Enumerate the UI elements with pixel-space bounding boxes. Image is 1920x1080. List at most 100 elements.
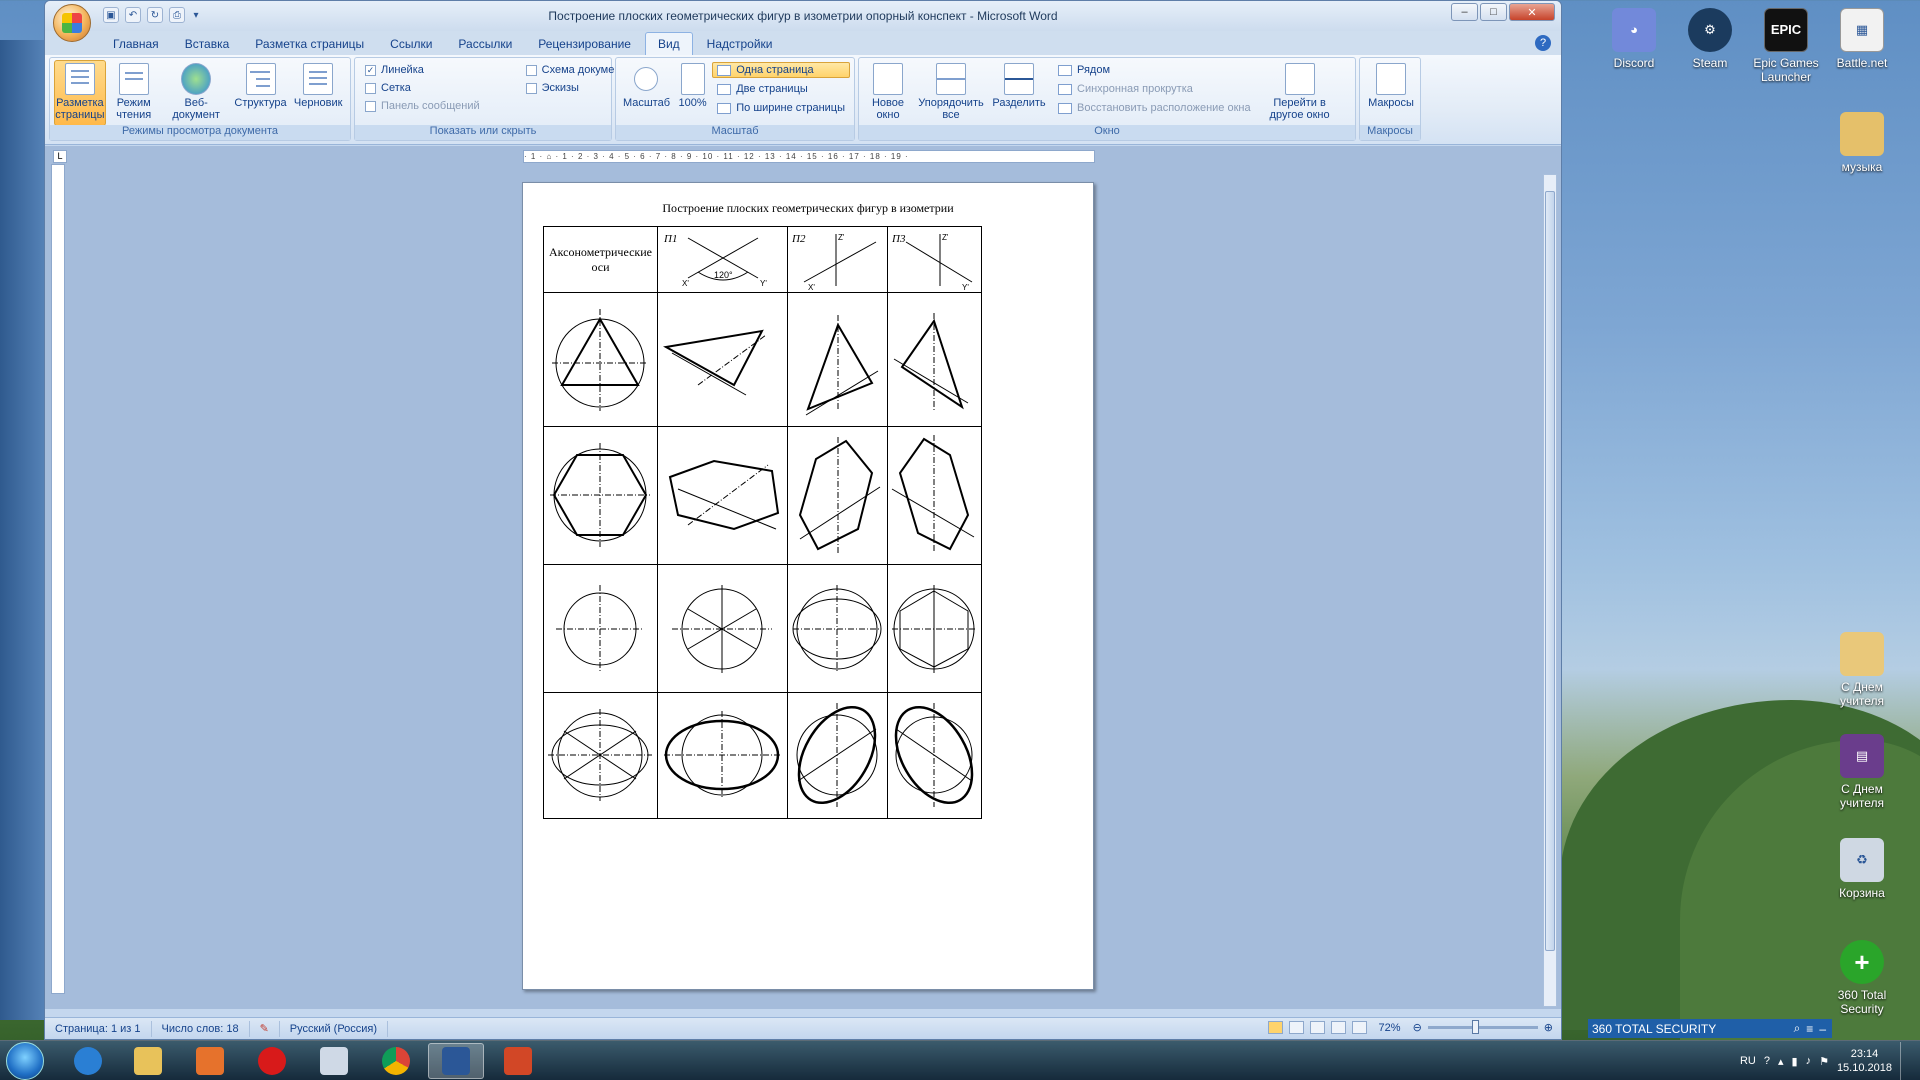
tab-mailings[interactable]: Рассылки bbox=[446, 33, 524, 55]
split-button[interactable]: Разделить bbox=[989, 60, 1049, 122]
macros-button[interactable]: Макросы bbox=[1364, 60, 1418, 110]
zoom-button[interactable]: Масштаб bbox=[620, 60, 673, 116]
group-show-hide: ✓ Линейка Сетка Панель сообщений Схема до… bbox=[354, 57, 631, 141]
draft-button[interactable]: Черновик bbox=[290, 60, 346, 126]
vertical-ruler[interactable] bbox=[51, 164, 65, 994]
circle-divided-cell bbox=[657, 564, 788, 693]
zoom-out-icon[interactable]: ⊖ bbox=[1413, 1021, 1422, 1034]
status-bar: Страница: 1 из 1 Число слов: 18 ✎ Русски… bbox=[45, 1017, 1561, 1039]
desktop-icon-discord[interactable]: ◕ Discord bbox=[1596, 8, 1672, 70]
ellipse-p2-drawing bbox=[796, 702, 878, 807]
desktop-icon-steam[interactable]: ⚙ Steam bbox=[1672, 8, 1748, 70]
web-layout-button[interactable]: Веб-документ bbox=[162, 60, 231, 126]
taskbar: RU ? ▴ ▮ ♪ ⚑ 23:14 15.10.2018 bbox=[0, 1040, 1920, 1080]
web-view-icon[interactable] bbox=[1309, 1021, 1325, 1034]
taskbar-chrome[interactable] bbox=[368, 1043, 424, 1079]
show-hidden-icons[interactable]: ▴ bbox=[1778, 1055, 1784, 1068]
zoom-in-icon[interactable]: ⊕ bbox=[1544, 1021, 1553, 1034]
outline-button[interactable]: Структура bbox=[233, 60, 289, 126]
language[interactable]: Русский (Россия) bbox=[280, 1020, 389, 1037]
tab-selector[interactable]: L bbox=[53, 150, 67, 163]
group-macros: Макросы Макросы bbox=[1359, 57, 1421, 141]
minimize-icon[interactable]: – bbox=[1819, 1022, 1832, 1036]
maximize-button[interactable]: □ bbox=[1480, 3, 1507, 21]
desktop-icon-battlenet[interactable]: ▦ Battle.net bbox=[1824, 8, 1900, 70]
document-title: Построение плоских геометрических фигур … bbox=[662, 201, 954, 215]
two-pages-button[interactable]: Две страницы bbox=[712, 81, 850, 97]
taskbar-word[interactable] bbox=[428, 1043, 484, 1079]
security-notification-bar[interactable]: 360 TOTAL SECURITY ⌕ ≡ – bbox=[1588, 1019, 1832, 1038]
word-count[interactable]: Число слов: 18 bbox=[152, 1020, 250, 1037]
new-window-button[interactable]: Новое окно bbox=[863, 60, 913, 122]
tab-home[interactable]: Главная bbox=[101, 33, 171, 55]
tab-review[interactable]: Рецензирование bbox=[526, 33, 643, 55]
desktop-icon-360-security[interactable]: + 360 Total Security bbox=[1824, 940, 1900, 1016]
help-icon[interactable]: ? bbox=[1535, 35, 1551, 51]
zoom-100-button[interactable]: 100% bbox=[673, 60, 712, 116]
arrange-all-button[interactable]: Упорядочить все bbox=[913, 60, 989, 122]
help-tray-icon[interactable]: ? bbox=[1764, 1055, 1770, 1067]
hexagon-in-circle-drawing bbox=[550, 442, 650, 547]
volume-icon[interactable]: ♪ bbox=[1806, 1055, 1812, 1067]
ruler-checkbox[interactable]: ✓ Линейка bbox=[365, 64, 480, 76]
taskbar-opera[interactable] bbox=[244, 1043, 300, 1079]
taskbar-ie[interactable] bbox=[60, 1043, 116, 1079]
proofing-icon[interactable]: ✎ bbox=[250, 1020, 280, 1037]
desktop-icon-epic-games[interactable]: EPIC Epic Games Launcher bbox=[1748, 8, 1824, 84]
minimize-button[interactable]: – bbox=[1451, 3, 1478, 21]
switch-windows-button[interactable]: Перейти в другое окно bbox=[1262, 60, 1338, 122]
print-layout-view-icon[interactable] bbox=[1267, 1021, 1283, 1034]
taskbar-calculator[interactable] bbox=[306, 1043, 362, 1079]
document-page[interactable]: Построение плоских геометрических фигур … bbox=[522, 182, 1094, 990]
plus-shield-icon: + bbox=[1840, 940, 1884, 984]
tab-view[interactable]: Вид bbox=[644, 32, 693, 55]
full-screen-reading-button[interactable]: Режим чтения bbox=[108, 60, 160, 126]
vertical-scrollbar[interactable] bbox=[1543, 174, 1557, 1007]
tab-addins[interactable]: Надстройки bbox=[695, 33, 785, 55]
desktop-icon-teacher-day-1[interactable]: С Днем учителя bbox=[1824, 632, 1900, 708]
zoom-slider-knob[interactable] bbox=[1471, 1020, 1479, 1034]
page-count[interactable]: Страница: 1 из 1 bbox=[45, 1020, 152, 1037]
triangle-in-circle-drawing bbox=[552, 308, 648, 411]
reading-view-icon[interactable] bbox=[1288, 1021, 1304, 1034]
clock[interactable]: 23:14 15.10.2018 bbox=[1837, 1047, 1892, 1075]
triangle-p3-cell bbox=[887, 292, 982, 427]
outline-view-icon[interactable] bbox=[1330, 1021, 1346, 1034]
print-layout-button[interactable]: Разметка страницы bbox=[54, 60, 106, 126]
search-icon[interactable]: ⌕ bbox=[1794, 1021, 1801, 1036]
flag-icon[interactable]: ⚑ bbox=[1819, 1055, 1829, 1068]
zoom-slider[interactable] bbox=[1427, 1020, 1538, 1034]
gridlines-checkbox[interactable]: Сетка bbox=[365, 82, 480, 94]
show-desktop-button[interactable] bbox=[1900, 1042, 1912, 1080]
group-label: Макросы bbox=[1360, 125, 1420, 140]
globe-icon bbox=[181, 63, 212, 95]
taskbar-explorer[interactable] bbox=[120, 1043, 176, 1079]
one-page-button[interactable]: Одна страница bbox=[712, 62, 850, 78]
axis-label-z: Z' bbox=[942, 233, 949, 242]
scroll-thumb[interactable] bbox=[1545, 191, 1555, 951]
taskbar-powerpoint[interactable] bbox=[490, 1043, 546, 1079]
tab-insert[interactable]: Вставка bbox=[173, 33, 242, 55]
split-icon bbox=[1004, 63, 1034, 95]
start-button[interactable] bbox=[6, 1042, 44, 1080]
zoom-level[interactable]: 72% bbox=[1379, 1022, 1401, 1034]
tab-page-layout[interactable]: Разметка страницы bbox=[243, 33, 376, 55]
tab-references[interactable]: Ссылки bbox=[378, 33, 444, 55]
menu-icon[interactable]: ≡ bbox=[1806, 1022, 1813, 1036]
print-layout-icon bbox=[64, 63, 95, 95]
side-by-side-button[interactable]: Рядом bbox=[1053, 62, 1256, 78]
desktop-icon-teacher-day-2[interactable]: ▤ С Днем учителя bbox=[1824, 734, 1900, 810]
zoom-controls: 72% ⊖ ⊕ bbox=[1267, 1020, 1553, 1034]
draft-view-icon[interactable] bbox=[1351, 1021, 1367, 1034]
desktop-icon-recycle-bin[interactable]: ♻ Корзина bbox=[1824, 838, 1900, 900]
language-indicator[interactable]: RU bbox=[1740, 1055, 1756, 1067]
horizontal-ruler[interactable]: · 1 · ⌂ · 1 · 2 · 3 · 4 · 5 · 6 · 7 · 8 … bbox=[523, 150, 1095, 163]
desktop-icon-music-folder[interactable]: музыка bbox=[1824, 112, 1900, 174]
office-button[interactable] bbox=[53, 4, 91, 42]
page-width-button[interactable]: По ширине страницы bbox=[712, 100, 850, 116]
close-button[interactable]: ✕ bbox=[1509, 3, 1555, 21]
network-icon[interactable]: ▮ bbox=[1792, 1055, 1798, 1068]
ellipse-construction-drawing bbox=[548, 708, 652, 801]
taskbar-media-player[interactable] bbox=[182, 1043, 238, 1079]
header-cell: Аксонометрические оси bbox=[543, 226, 658, 293]
